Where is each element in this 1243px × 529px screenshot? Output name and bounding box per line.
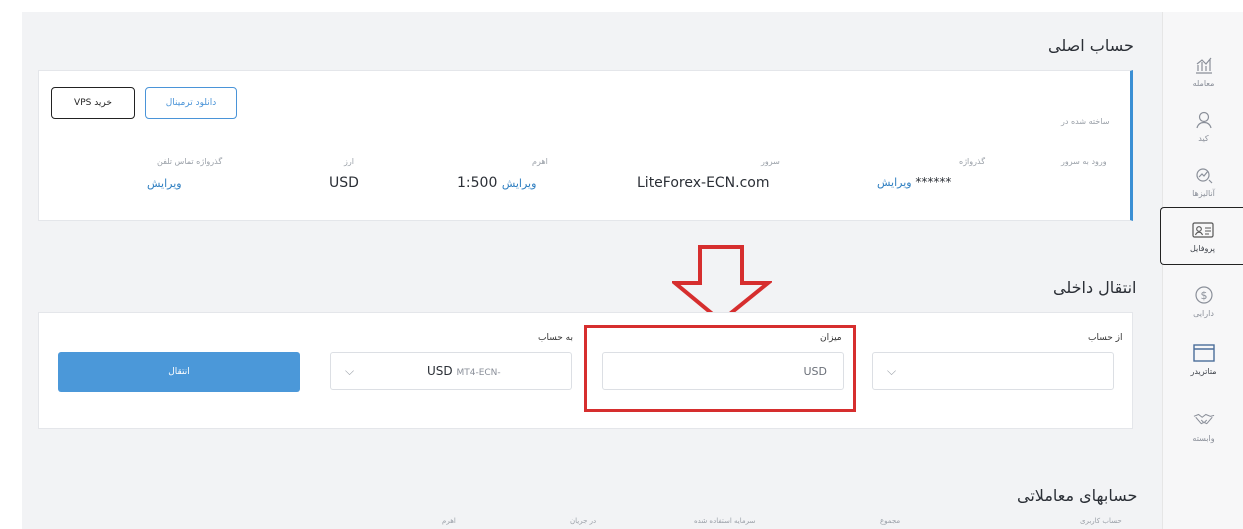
column-header: سرمایه استفاده شده [694,517,756,525]
leverage-value: ویرایش 1:500 [457,175,537,191]
transfer-button[interactable]: انتقال [58,352,300,392]
sidebar-item-metatrader[interactable]: متاتریدر [1163,330,1243,388]
phone-password-label: گذرواژه تماس تلفن [157,157,223,166]
server-label: سرور [761,157,780,166]
amount-highlight-box [584,325,856,412]
main-account-title: حساب اصلی [1048,36,1134,55]
profile-card-icon [1191,219,1214,241]
sidebar-item-label: دارایی [1193,309,1214,318]
sidebar-item-label: آنالیزها [1192,189,1215,198]
password-label: گذرواژه [959,157,986,166]
column-header: حساب کاربری [1080,517,1122,525]
sidebar-item-label: پروفایل [1189,244,1216,253]
sidebar-item-label: کید [1198,134,1209,143]
from-account-select[interactable]: ⌵ [872,352,1114,390]
analytics-icon [1193,164,1215,186]
trading-chart-icon [1193,54,1215,76]
leverage-label: اهرم [532,157,548,166]
handshake-icon [1193,409,1215,431]
download-terminal-button[interactable]: دانلود ترمینال [145,87,237,119]
from-account-label: از حساب [1088,333,1123,343]
trading-accounts-title: حسابهای معاملاتی [1017,486,1138,505]
sidebar-item-label: وابسته [1192,434,1215,443]
dollar-icon: $ [1193,284,1215,306]
sidebar-item-kid[interactable]: کید [1163,97,1243,155]
sidebar-item-trading[interactable]: معامله [1163,42,1243,100]
column-header: مجموع [880,517,901,525]
internal-transfer-title: انتقال داخلی [1053,278,1137,297]
sidebar-item-assets[interactable]: $ دارایی [1163,272,1243,330]
chevron-down-icon: ⌵ [345,364,355,378]
chevron-down-icon: ⌵ [887,364,897,378]
svg-text:$: $ [1200,289,1207,302]
sidebar-item-profile[interactable]: پروفایل [1160,207,1243,265]
sidebar-item-analytics[interactable]: آنالیزها [1163,152,1243,210]
phone-password-edit-link[interactable]: ویرایش [147,177,182,190]
phone-password-value: ویرایش [147,175,182,191]
user-icon [1193,109,1215,131]
sidebar-item-label: متاتریدر [1190,367,1217,376]
password-value: ویرایش ****** [877,175,952,189]
login-label: ورود به سرور [1061,157,1107,166]
screen: معامله کید آنالیزها پروفایل $ دارایی متا… [0,0,1243,529]
buy-vps-button[interactable]: خرید VPS [51,87,135,119]
to-account-select[interactable]: ⌵ USD MT4-ECN- [330,352,572,390]
sidebar-item-label: معامله [1192,79,1215,88]
leverage-edit-link[interactable]: ویرایش [502,177,537,190]
currency-value: USD [329,175,359,191]
password-edit-link[interactable]: ویرایش [877,176,912,189]
window-icon [1192,342,1215,364]
to-account-value: USD MT4-ECN- [427,364,501,378]
server-value: LiteForex-ECN.com [637,175,770,191]
currency-label: ارز [344,157,354,166]
main-account-card: خرید VPS دانلود ترمینال ساخته شده در ورو… [38,70,1133,221]
sidebar-item-affiliate[interactable]: وابسته [1163,397,1243,455]
column-header: در جریان [570,517,597,525]
created-label: ساخته شده در [1061,117,1110,126]
sidebar: معامله کید آنالیزها پروفایل $ دارایی متا… [1160,12,1243,529]
column-header: اهرم [442,517,456,525]
to-account-label: به حساب [538,333,573,343]
